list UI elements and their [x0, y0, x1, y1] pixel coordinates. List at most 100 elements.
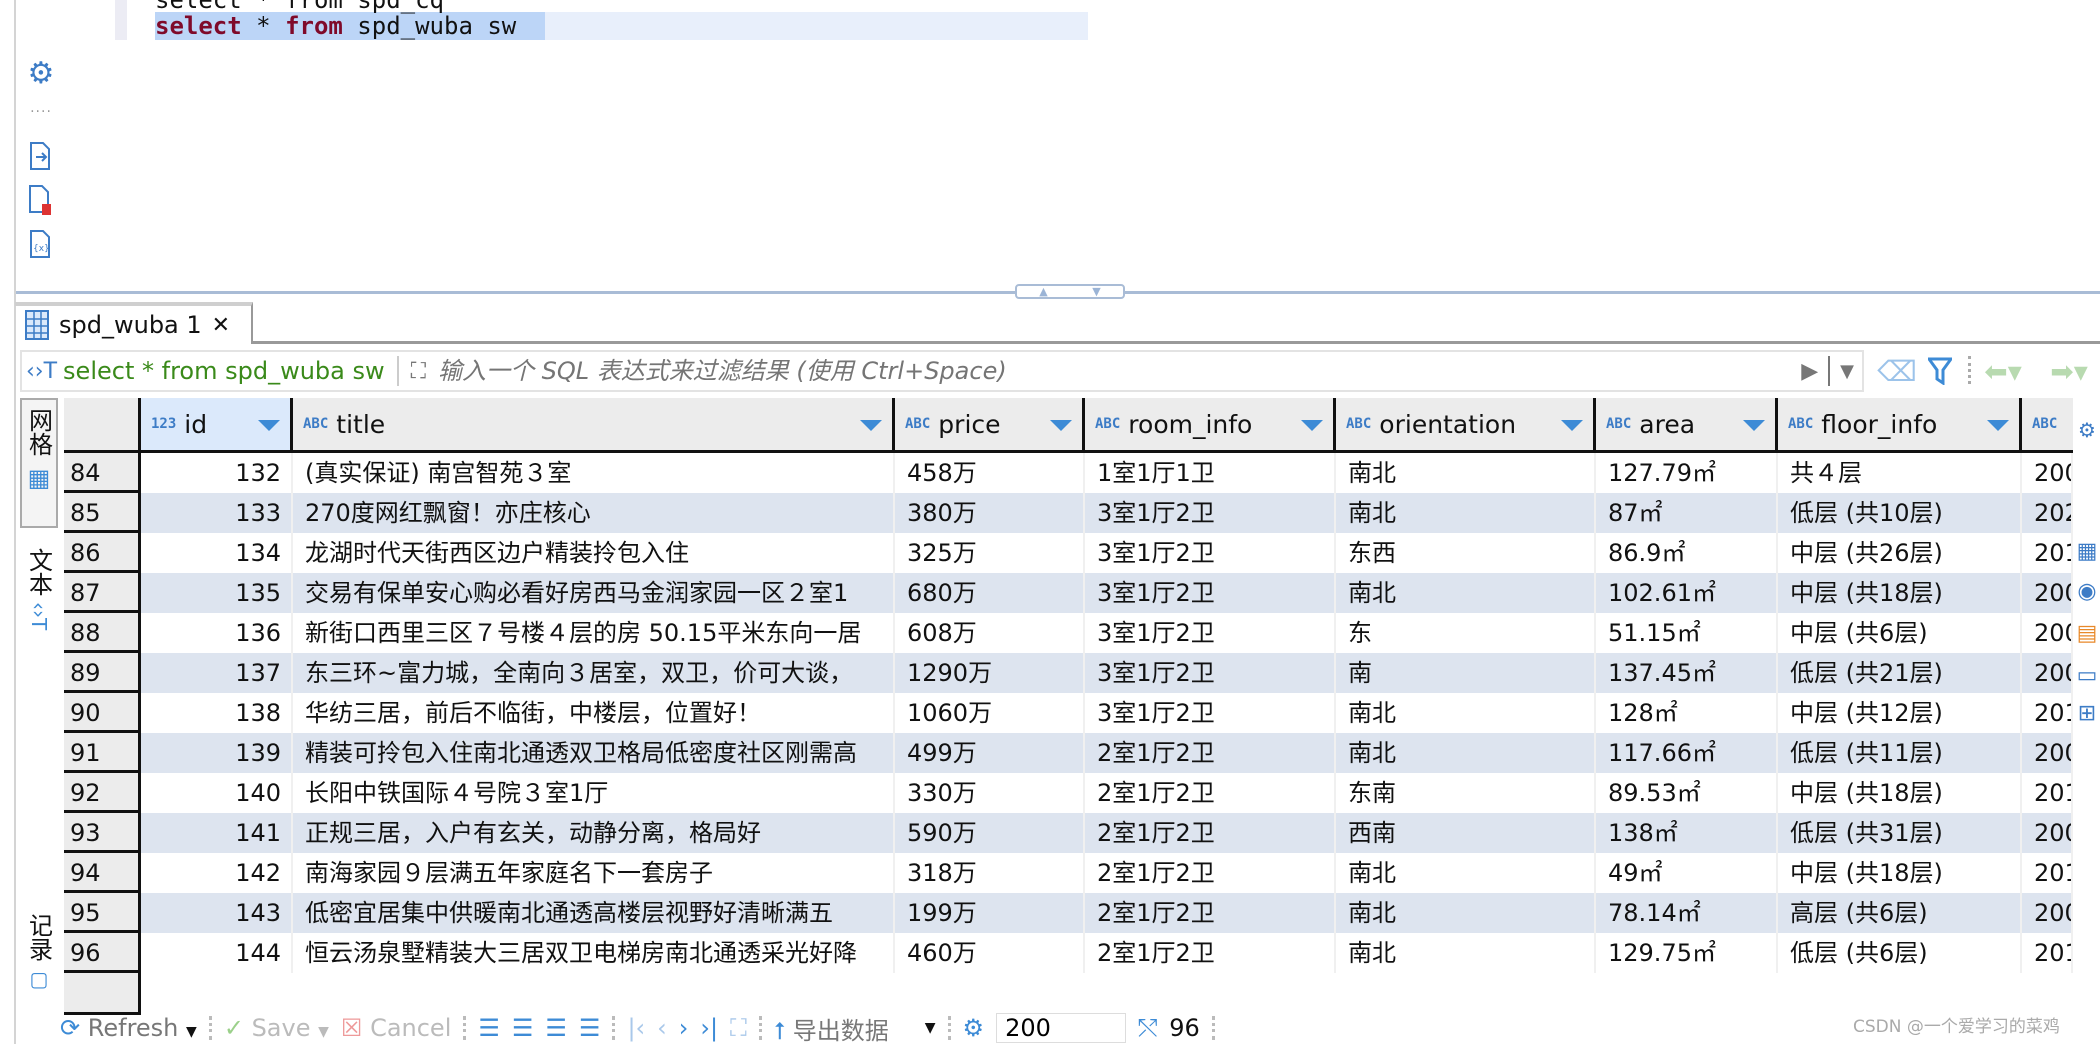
cell-room_info[interactable]: 3室1厅2卫 [1085, 613, 1336, 653]
minimize-down-icon[interactable]: ▼ [1092, 285, 1100, 298]
forward-arrow-icon[interactable]: ➡▾ [2040, 355, 2098, 388]
save-button[interactable]: ✓ Save ▼ [224, 1014, 329, 1042]
cell-floor_info[interactable]: 共４层 [1778, 453, 2022, 493]
add-row-icon[interactable]: ☰ [512, 1014, 534, 1042]
cell-more[interactable]: 200 [2022, 733, 2073, 773]
cell-floor_info[interactable]: 中层 (共6层) [1778, 613, 2022, 653]
cell-more[interactable]: 200 [2022, 813, 2073, 853]
cell-title[interactable]: 新街口西里三区７号楼４层的房 50.15平米东向一居 [293, 613, 895, 653]
cell-floor_info[interactable]: 低层 (共11层) [1778, 733, 2022, 773]
export-button[interactable]: ⭡ 导出数据 [774, 1011, 889, 1046]
cell-area[interactable]: 129.75㎡ [1596, 933, 1778, 973]
cell-room_info[interactable]: 3室1厅2卫 [1085, 493, 1336, 533]
cell-area[interactable]: 138㎡ [1596, 813, 1778, 853]
column-menu-icon[interactable] [1561, 420, 1583, 431]
copy-row-icon[interactable]: ☰ [545, 1014, 567, 1042]
cell-room_info[interactable]: 1室1厅1卫 [1085, 453, 1336, 493]
table-row[interactable]: 96 144 恒云汤泉墅精装大三居双卫电梯房南北通透采光好降 460万 2室1厅2卫 南北… [64, 933, 2073, 973]
filter-input[interactable] [438, 357, 1689, 385]
refresh-button[interactable]: ⟳ Refresh ▼ [60, 1014, 197, 1042]
grid-view-icon[interactable]: ▦ [2075, 536, 2099, 566]
cell-area[interactable]: 78.14㎡ [1596, 893, 1778, 933]
cell-price[interactable]: 499万 [895, 733, 1085, 773]
cell-title[interactable]: 华纺三居，前后不临街，中楼层，位置好！ [293, 693, 895, 733]
row-number[interactable]: 94 [64, 853, 141, 893]
cell-room_info[interactable]: 2室1厅2卫 [1085, 733, 1336, 773]
row-number[interactable]: 95 [64, 893, 141, 933]
column-header-orientation[interactable]: ABC orientation [1336, 398, 1596, 453]
cell-price[interactable]: 1060万 [895, 693, 1085, 733]
cell-price[interactable]: 325万 [895, 533, 1085, 573]
table-row[interactable]: 90 138 华纺三居，前后不临街，中楼层，位置好！ 1060万 3室1厅2卫 南北 128… [64, 693, 2073, 733]
back-arrow-icon[interactable]: ⬅▾ [1980, 355, 2026, 388]
execute-script-icon[interactable] [26, 140, 54, 172]
cell-orientation[interactable]: 东南 [1336, 773, 1596, 813]
cell-id[interactable]: 142 [141, 853, 293, 893]
sash-toggle[interactable]: ▲ ▼ [1015, 284, 1125, 299]
cell-room_info[interactable]: 3室1厅2卫 [1085, 653, 1336, 693]
table-row[interactable]: 93 141 正规三居，入户有玄关，动静分离，格局好 590万 2室1厅2卫 西南 138㎡… [64, 813, 2073, 853]
cell-floor_info[interactable]: 中层 (共12层) [1778, 693, 2022, 733]
close-icon[interactable]: ✕ [212, 313, 230, 338]
filter-icon[interactable] [1926, 355, 1954, 387]
variables-icon[interactable]: {x} [26, 228, 54, 260]
cell-floor_info[interactable]: 中层 (共18层) [1778, 773, 2022, 813]
cell-room_info[interactable]: 2室1厅2卫 [1085, 813, 1336, 853]
row-number[interactable]: 96 [64, 933, 141, 973]
cell-id[interactable]: 135 [141, 573, 293, 613]
cell-area[interactable]: 87㎡ [1596, 493, 1778, 533]
row-number[interactable]: 91 [64, 733, 141, 773]
cell-price[interactable]: 318万 [895, 853, 1085, 893]
cell-more[interactable]: 201 [2022, 933, 2073, 973]
delete-row-icon[interactable]: ☰ [579, 1014, 601, 1042]
cell-orientation[interactable]: 南北 [1336, 693, 1596, 733]
cell-room_info[interactable]: 3室1厅2卫 [1085, 693, 1336, 733]
cell-floor_info[interactable]: 低层 (共10层) [1778, 493, 2022, 533]
row-number[interactable]: 93 [64, 813, 141, 853]
cell-price[interactable]: 590万 [895, 813, 1085, 853]
side-tab-grid[interactable]: 网格 ▦ [20, 398, 58, 528]
fetch-size-input[interactable] [996, 1013, 1127, 1043]
insert-icon[interactable]: ▤ [2075, 618, 2099, 648]
cell-title[interactable]: 龙湖时代天街西区边户精装拎包入住 [293, 533, 895, 573]
group-icon[interactable]: ◉ [2075, 576, 2099, 606]
cell-room_info[interactable]: 2室1厅2卫 [1085, 933, 1336, 973]
cell-title[interactable]: 正规三居，入户有玄关，动静分离，格局好 [293, 813, 895, 853]
cell-area[interactable]: 137.45㎡ [1596, 653, 1778, 693]
column-menu-icon[interactable] [1743, 420, 1765, 431]
table-row[interactable]: 87 135 交易有保单安心购必看好房西马金润家园一区２室1 680万 3室1厅2卫 南北… [64, 573, 2073, 613]
table-row[interactable]: 91 139 精装可拎包入住南北通透双卫格局低密度社区刚需高 499万 2室1厅2卫 南北… [64, 733, 2073, 773]
cell-title[interactable]: (真实保证) 南宫智苑３室 [293, 453, 895, 493]
cell-floor_info[interactable]: 中层 (共26层) [1778, 533, 2022, 573]
cell-area[interactable]: 49㎡ [1596, 853, 1778, 893]
cell-id[interactable]: 137 [141, 653, 293, 693]
cell-area[interactable]: 102.61㎡ [1596, 573, 1778, 613]
cell-orientation[interactable]: 南北 [1336, 933, 1596, 973]
cell-floor_info[interactable]: 低层 (共21层) [1778, 653, 2022, 693]
row-number[interactable]: 90 [64, 693, 141, 733]
cell-orientation[interactable]: 南北 [1336, 733, 1596, 773]
cell-room_info[interactable]: 3室1厅2卫 [1085, 573, 1336, 613]
code-line-2[interactable]: select * from spd_wuba sw [155, 12, 516, 40]
edit-row-icon[interactable]: ☰ [478, 1014, 500, 1042]
table-row[interactable]: 89 137 东三环~富力城，全南向３居室，双卫，价可大谈， 1290万 3室1厅2卫南… [64, 653, 2073, 693]
cell-title[interactable]: 交易有保单安心购必看好房西马金润家园一区２室1 [293, 573, 895, 613]
cell-floor_info[interactable]: 高层 (共6层) [1778, 893, 2022, 933]
cell-more[interactable]: 202 [2022, 493, 2073, 533]
column-menu-icon[interactable] [1301, 420, 1323, 431]
cell-more[interactable]: 201 [2022, 773, 2073, 813]
table-row[interactable]: 92 140 长阳中铁国际４号院３室1厅 330万 2室1厅2卫 东南 89.53㎡ 中层 (… [64, 773, 2073, 813]
apply-filter-icon[interactable]: ▶ [1801, 359, 1818, 384]
table-row[interactable]: 86 134 龙湖时代天街西区边户精装拎包入住 325万 3室1厅2卫 东西 86.9㎡ 中层… [64, 533, 2073, 573]
cell-orientation[interactable]: 南北 [1336, 853, 1596, 893]
column-menu-icon[interactable] [258, 420, 280, 431]
calculator-icon[interactable]: ⊞ [2075, 698, 2099, 728]
cancel-button[interactable]: ☒ Cancel [341, 1014, 451, 1042]
maximize-up-icon[interactable]: ▲ [1039, 285, 1047, 298]
side-tab-text[interactable]: 文本 ‹›T [20, 540, 58, 660]
cell-title[interactable]: 270度网红飘窗！亦庄核心 [293, 493, 895, 533]
first-page-icon[interactable]: |‹ [627, 1014, 645, 1042]
cell-id[interactable]: 143 [141, 893, 293, 933]
cell-id[interactable]: 136 [141, 613, 293, 653]
cell-id[interactable]: 138 [141, 693, 293, 733]
